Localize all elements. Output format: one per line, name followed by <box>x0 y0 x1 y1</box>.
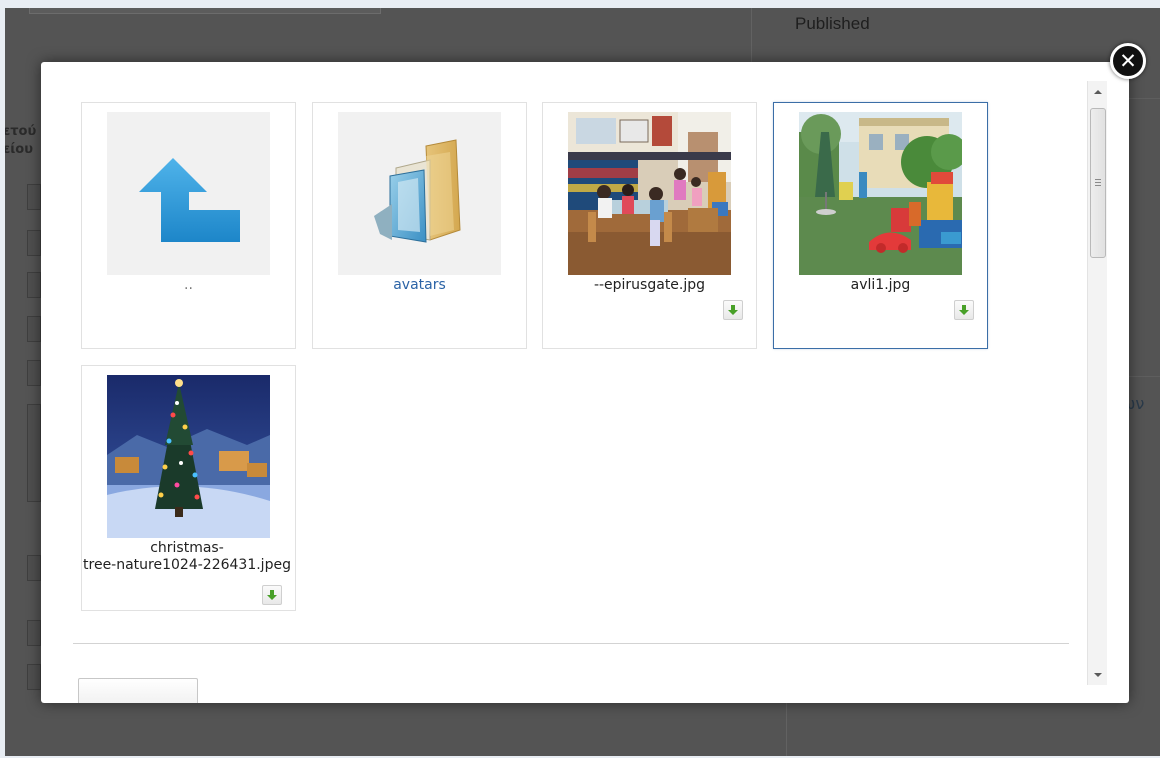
background-field <box>27 664 41 690</box>
classroom-photo <box>568 112 731 275</box>
file-item-label: christmas- tree-nature1024-226431.jpeg <box>72 540 302 574</box>
background-field <box>27 316 41 342</box>
scroll-up-button[interactable] <box>1088 83 1108 100</box>
chevron-up-icon <box>1094 89 1102 94</box>
file-item-label: avatars <box>393 277 446 293</box>
file-item-label: --epirusgate.jpg <box>593 277 706 293</box>
chevron-down-icon <box>1094 672 1102 677</box>
thumbnail <box>107 112 270 275</box>
file-item-label-line: tree-nature1024-226431.jpeg <box>83 557 291 573</box>
download-icon <box>728 305 738 315</box>
download-button[interactable] <box>723 300 743 320</box>
scroll-down-button[interactable] <box>1088 666 1108 683</box>
footer-separator <box>73 643 1069 644</box>
file-item-epirusgate[interactable]: --epirusgate.jpg <box>542 102 757 349</box>
media-manager-modal: .. avatars --epirusgate.jpg avli1.jpg ch… <box>41 62 1129 703</box>
background-field <box>27 555 41 581</box>
background-field <box>27 360 41 386</box>
background-divider <box>786 698 787 756</box>
background-field <box>27 230 41 256</box>
file-item-label-line: christmas- <box>150 540 224 556</box>
download-icon <box>959 305 969 315</box>
background-divider <box>751 8 752 68</box>
footer-button[interactable] <box>78 678 198 703</box>
up-arrow-icon <box>139 158 240 242</box>
background-input <box>29 8 381 14</box>
background-text-fragment: είου <box>5 142 34 157</box>
playground-photo <box>799 112 962 275</box>
published-label: Published <box>795 14 870 33</box>
file-item-label: .. <box>184 277 193 293</box>
image-thumbnail <box>107 375 270 538</box>
background-field <box>27 620 41 646</box>
close-button[interactable]: ✕ <box>1110 43 1146 79</box>
scrollbar[interactable] <box>1087 81 1107 685</box>
download-icon <box>267 590 277 600</box>
file-item-parent-folder[interactable]: .. <box>81 102 296 349</box>
image-thumbnail <box>799 112 962 275</box>
file-item-folder-avatars[interactable]: avatars <box>312 102 527 349</box>
background-text-fragment: ετού <box>5 124 37 139</box>
image-thumbnail <box>568 112 731 275</box>
background-field <box>27 272 41 298</box>
christmas-tree-photo <box>107 375 270 538</box>
scroll-thumb[interactable] <box>1090 108 1106 258</box>
download-button[interactable] <box>262 585 282 605</box>
background-field <box>27 184 41 210</box>
close-icon: ✕ <box>1119 48 1137 73</box>
folder-icon <box>374 139 461 243</box>
file-item-label: avli1.jpg <box>850 277 911 293</box>
grip-icon <box>1095 179 1101 186</box>
file-item-christmas-tree[interactable]: christmas- tree-nature1024-226431.jpeg <box>81 365 296 611</box>
background-field <box>27 404 41 502</box>
thumbnail <box>338 112 501 275</box>
file-item-avli1[interactable]: avli1.jpg <box>773 102 988 349</box>
download-button[interactable] <box>954 300 974 320</box>
